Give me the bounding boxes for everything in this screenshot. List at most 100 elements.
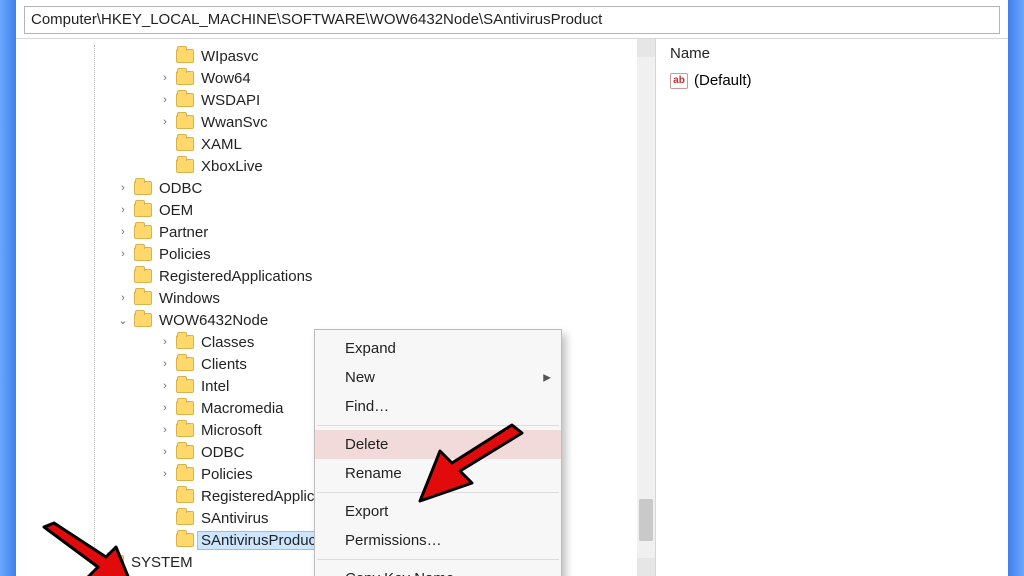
tree-item-label[interactable]: WIpasvc bbox=[198, 48, 262, 65]
tree-item-label[interactable]: Policies bbox=[198, 466, 256, 483]
folder-icon bbox=[176, 93, 194, 107]
value-row-default[interactable]: ab (Default) bbox=[666, 70, 998, 91]
chevron-right-icon[interactable]: › bbox=[158, 468, 172, 480]
address-bar-container: Computer\HKEY_LOCAL_MACHINE\SOFTWARE\WOW… bbox=[16, 0, 1008, 38]
menu-item[interactable]: Delete bbox=[315, 430, 561, 459]
scroll-thumb[interactable] bbox=[639, 499, 653, 541]
menu-item[interactable]: Rename bbox=[315, 459, 561, 488]
tree-item-label[interactable]: WwanSvc bbox=[198, 114, 271, 131]
tree-item-label[interactable]: Partner bbox=[156, 224, 211, 241]
values-header-name[interactable]: Name bbox=[666, 45, 998, 62]
folder-icon bbox=[176, 49, 194, 63]
folder-icon bbox=[134, 313, 152, 327]
value-name: (Default) bbox=[694, 72, 752, 89]
tree-pane[interactable]: WIpasvc › Wow64 › WSDAPI › WwanSvc XAML XboxLive… bbox=[16, 39, 656, 576]
tree-item[interactable]: ⌄ WOW6432Node bbox=[16, 309, 655, 331]
address-bar[interactable]: Computer\HKEY_LOCAL_MACHINE\SOFTWARE\WOW… bbox=[24, 6, 1000, 34]
chevron-right-icon[interactable]: › bbox=[116, 226, 130, 238]
folder-icon bbox=[176, 489, 194, 503]
chevron-right-icon[interactable]: › bbox=[158, 94, 172, 106]
tree-item-label[interactable]: Classes bbox=[198, 334, 257, 351]
tree-item[interactable]: RegisteredApplications bbox=[16, 265, 655, 287]
tree-item-label[interactable]: Macromedia bbox=[198, 400, 287, 417]
tree-scrollbar[interactable] bbox=[637, 39, 655, 576]
folder-icon bbox=[176, 335, 194, 349]
tree-item-label[interactable]: SAntivirusProduct bbox=[198, 532, 323, 549]
folder-icon bbox=[106, 555, 124, 569]
folder-icon bbox=[134, 291, 152, 305]
tree-item-label[interactable]: SYSTEM bbox=[128, 554, 196, 571]
folder-icon bbox=[176, 423, 194, 437]
folder-icon bbox=[176, 533, 194, 547]
folder-icon bbox=[176, 357, 194, 371]
tree-item-label[interactable]: Microsoft bbox=[198, 422, 265, 439]
chevron-right-icon[interactable]: › bbox=[158, 336, 172, 348]
menu-item[interactable]: Permissions… bbox=[315, 526, 561, 555]
tree-item-label[interactable]: SAntivirus bbox=[198, 510, 272, 527]
chevron-right-icon[interactable]: › bbox=[158, 446, 172, 458]
folder-icon bbox=[176, 71, 194, 85]
folder-icon bbox=[134, 203, 152, 217]
menu-item[interactable]: Copy Key Name bbox=[315, 564, 561, 576]
folder-icon bbox=[176, 137, 194, 151]
tree-item[interactable]: WIpasvc bbox=[16, 45, 655, 67]
tree-item-label[interactable]: ODBC bbox=[198, 444, 247, 461]
chevron-down-icon[interactable]: ⌄ bbox=[116, 314, 130, 327]
folder-icon bbox=[134, 247, 152, 261]
tree-item-label[interactable]: XAML bbox=[198, 136, 245, 153]
tree-item-label[interactable]: Windows bbox=[156, 290, 223, 307]
chevron-right-icon[interactable]: › bbox=[158, 424, 172, 436]
tree-item-label[interactable]: Policies bbox=[156, 246, 214, 263]
chevron-right-icon: ▶ bbox=[543, 372, 551, 383]
tree-item[interactable]: › OEM bbox=[16, 199, 655, 221]
tree-item-label[interactable]: RegisteredApplica bbox=[198, 488, 326, 505]
chevron-right-icon[interactable]: › bbox=[158, 116, 172, 128]
tree-item-label[interactable]: WOW6432Node bbox=[156, 312, 271, 329]
values-pane[interactable]: Name ab (Default) bbox=[656, 39, 1008, 576]
chevron-right-icon[interactable]: › bbox=[116, 248, 130, 260]
chevron-right-icon[interactable]: › bbox=[88, 556, 102, 568]
chevron-right-icon[interactable]: › bbox=[116, 204, 130, 216]
tree-item-label[interactable]: Intel bbox=[198, 378, 232, 395]
folder-icon bbox=[176, 115, 194, 129]
tree-item[interactable]: › Wow64 bbox=[16, 67, 655, 89]
folder-icon bbox=[176, 445, 194, 459]
tree-item[interactable]: › Partner bbox=[16, 221, 655, 243]
tree-item-label[interactable]: OEM bbox=[156, 202, 196, 219]
folder-icon bbox=[134, 269, 152, 283]
tree-item[interactable]: › Policies bbox=[16, 243, 655, 265]
context-menu[interactable]: ExpandNew▶Find… DeleteRename ExportPermiss… bbox=[314, 329, 562, 576]
folder-icon bbox=[176, 467, 194, 481]
tree-item[interactable]: › WSDAPI bbox=[16, 89, 655, 111]
tree-item[interactable]: › WwanSvc bbox=[16, 111, 655, 133]
menu-separator bbox=[317, 559, 559, 560]
tree-item-label[interactable]: ODBC bbox=[156, 180, 205, 197]
menu-item[interactable]: New▶ bbox=[315, 363, 561, 392]
chevron-right-icon[interactable]: › bbox=[158, 358, 172, 370]
scroll-up-button[interactable] bbox=[637, 39, 655, 57]
folder-icon bbox=[176, 159, 194, 173]
tree-item[interactable]: › ODBC bbox=[16, 177, 655, 199]
tree-item-label[interactable]: WSDAPI bbox=[198, 92, 263, 109]
content-panes: WIpasvc › Wow64 › WSDAPI › WwanSvc XAML XboxLive… bbox=[16, 38, 1008, 576]
tree-item-label[interactable]: Clients bbox=[198, 356, 250, 373]
tree-item-label[interactable]: XboxLive bbox=[198, 158, 266, 175]
chevron-right-icon[interactable]: › bbox=[116, 292, 130, 304]
folder-icon bbox=[176, 511, 194, 525]
chevron-right-icon[interactable]: › bbox=[116, 182, 130, 194]
chevron-right-icon[interactable]: › bbox=[158, 72, 172, 84]
folder-icon bbox=[176, 401, 194, 415]
menu-item[interactable]: Export bbox=[315, 497, 561, 526]
tree-item-label[interactable]: Wow64 bbox=[198, 70, 254, 87]
chevron-right-icon[interactable]: › bbox=[158, 402, 172, 414]
folder-icon bbox=[176, 379, 194, 393]
tree-item[interactable]: › Windows bbox=[16, 287, 655, 309]
tree-item-label[interactable]: RegisteredApplications bbox=[156, 268, 315, 285]
tree-item[interactable]: XboxLive bbox=[16, 155, 655, 177]
menu-item[interactable]: Find… bbox=[315, 392, 561, 421]
scroll-down-button[interactable] bbox=[637, 558, 655, 576]
menu-item[interactable]: Expand bbox=[315, 334, 561, 363]
chevron-right-icon[interactable]: › bbox=[158, 380, 172, 392]
folder-icon bbox=[134, 181, 152, 195]
tree-item[interactable]: XAML bbox=[16, 133, 655, 155]
